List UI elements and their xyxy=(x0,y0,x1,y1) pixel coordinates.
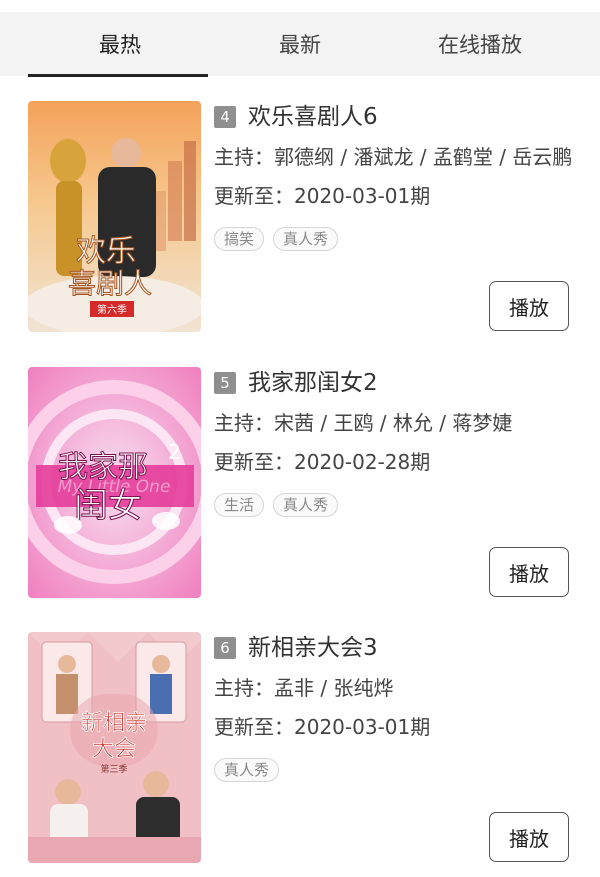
tag-list: 真人秀 xyxy=(214,758,280,782)
play-button[interactable]: 播放 xyxy=(489,547,569,597)
tag-list: 搞笑 真人秀 xyxy=(214,227,339,251)
update-status: 更新至：2020-03-01期 xyxy=(214,715,431,739)
list-item[interactable]: 新相亲 大会 第三季 6 新相亲大会3 主持：孟非 / 张纯烨 更新至：2020… xyxy=(0,632,600,877)
show-title[interactable]: 新相亲大会3 xyxy=(248,632,378,664)
play-button[interactable]: 播放 xyxy=(489,812,569,862)
tag[interactable]: 真人秀 xyxy=(273,227,339,251)
poster-title-line1: 新相亲 xyxy=(81,711,147,736)
update-status: 更新至：2020-02-28期 xyxy=(214,450,431,474)
tag[interactable]: 生活 xyxy=(214,493,265,517)
active-tab-indicator xyxy=(28,74,208,77)
host-list: 主持：郭德纲 / 潘斌龙 / 孟鹤堂 / 岳云鹏 xyxy=(214,145,573,169)
poster-title-line2: 闺女 xyxy=(74,486,142,526)
tab-hottest[interactable]: 最热 xyxy=(30,12,210,76)
rank-badge: 6 xyxy=(214,637,236,659)
tab-newest[interactable]: 最新 xyxy=(210,12,390,76)
host-list: 主持：宋茜 / 王鸥 / 林允 / 蒋梦婕 xyxy=(214,411,513,435)
poster-image[interactable]: 欢乐 喜剧人 第六季 xyxy=(28,101,201,332)
poster-title-line2: 大会 xyxy=(92,737,136,762)
poster-season-label: 第三季 xyxy=(100,763,127,775)
tag-list: 生活 真人秀 xyxy=(214,493,339,517)
play-button[interactable]: 播放 xyxy=(489,281,569,331)
poster-title-line2: 喜剧人 xyxy=(68,267,152,300)
rank-badge: 5 xyxy=(214,372,236,394)
host-list: 主持：孟非 / 张纯烨 xyxy=(214,676,394,700)
tag[interactable]: 真人秀 xyxy=(273,493,339,517)
poster-season-number: 2 xyxy=(168,440,181,464)
update-status: 更新至：2020-03-01期 xyxy=(214,184,431,208)
tag[interactable]: 真人秀 xyxy=(214,758,280,782)
tab-online-play[interactable]: 在线播放 xyxy=(390,12,570,76)
rank-badge: 4 xyxy=(214,106,236,128)
poster-title-line1: 欢乐 xyxy=(76,234,136,269)
poster-image[interactable]: My Little One 我家那 2 闺女 xyxy=(28,367,201,598)
poster-title-line1: 我家那 xyxy=(58,450,148,485)
list-item[interactable]: 欢乐 喜剧人 第六季 4 欢乐喜剧人6 主持：郭德纲 / 潘斌龙 / 孟鹤堂 /… xyxy=(0,101,600,346)
poster-season-label: 第六季 xyxy=(97,303,127,316)
show-title[interactable]: 欢乐喜剧人6 xyxy=(248,101,378,133)
list-item[interactable]: My Little One 我家那 2 闺女 5 我家那闺女2 主持：宋茜 / … xyxy=(0,367,600,612)
tag[interactable]: 搞笑 xyxy=(214,227,265,251)
poster-image[interactable]: 新相亲 大会 第三季 xyxy=(28,632,201,863)
show-title[interactable]: 我家那闺女2 xyxy=(248,367,378,399)
tab-bar: 最热 最新 在线播放 xyxy=(0,12,600,76)
